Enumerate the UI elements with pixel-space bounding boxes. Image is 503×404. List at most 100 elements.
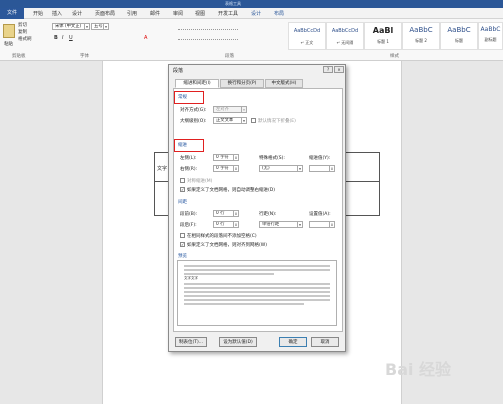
space-before-input[interactable]: 0 行 ⇕ <box>213 210 239 217</box>
outline-level-select[interactable]: 正文文本 ▾ <box>213 117 247 124</box>
tab-home[interactable]: 开始 <box>33 10 43 17</box>
tab-table-design[interactable]: 设计 <box>251 10 261 17</box>
tab-review[interactable]: 审阅 <box>173 10 183 17</box>
spinner-icon: ⇕ <box>329 222 334 227</box>
tab-asian-typography[interactable]: 中文版式(H) <box>265 79 303 88</box>
special-indent-select[interactable]: (无) ▾ <box>259 165 303 172</box>
style-subtitle[interactable]: AaBbC 副标题 <box>478 22 503 50</box>
preview-line <box>184 273 274 275</box>
tab-indents-spacing[interactable]: 缩进和间距(I) <box>175 79 219 88</box>
style-normal[interactable]: AaBbCcDd ↵ 正文 <box>288 22 326 50</box>
spinner-icon: ⇕ <box>233 166 238 171</box>
style-title[interactable]: AaBbC 标题 <box>440 22 478 50</box>
set-default-button[interactable]: 设为默认值(D) <box>219 337 257 347</box>
style-no-spacing[interactable]: AaBbCcDd ↵ 无间隔 <box>326 22 364 50</box>
preview-line <box>184 283 330 285</box>
italic-button[interactable]: I <box>62 35 63 41</box>
styles-group-label: 样式 <box>390 54 399 59</box>
cancel-button[interactable]: 取消 <box>311 337 339 347</box>
tab-insert[interactable]: 插入 <box>52 10 62 17</box>
preview-line <box>184 265 330 267</box>
chevron-down-icon: ▾ <box>241 118 246 123</box>
paste-icon[interactable] <box>3 24 15 38</box>
line-spacing-at-label: 设置值(A): <box>309 212 331 217</box>
alignment-select[interactable]: 左对齐 ▾ <box>213 106 247 113</box>
preview-line <box>184 295 330 297</box>
line-spacing-select[interactable]: 单倍行距 ▾ <box>259 221 303 228</box>
context-title: 表格工具 <box>225 1 241 6</box>
snap-to-grid-checkbox[interactable]: ✓ <box>180 242 185 247</box>
style-heading1[interactable]: AaBl 标题 1 <box>364 22 402 50</box>
section-spacing: 间距 <box>178 200 187 205</box>
space-before-label: 段前(B): <box>180 212 198 217</box>
list-buttons[interactable] <box>178 24 238 30</box>
left-indent-input[interactable]: 0 字符 ⇕ <box>213 154 239 161</box>
font-name-select[interactable]: 宋体 (中文正) ▾ <box>52 23 90 30</box>
tabs-button[interactable]: 制表位(T)... <box>175 337 207 347</box>
indent-by-label: 缩进值(Y): <box>309 156 331 161</box>
format-painter-button[interactable]: 格式刷 <box>18 36 32 42</box>
tab-design[interactable]: 设计 <box>72 10 82 17</box>
snap-to-grid-label: 如果定义了文档网格，则对齐到网格(W) <box>187 243 267 248</box>
spinner-icon: ⇕ <box>329 166 334 171</box>
no-space-checkbox[interactable] <box>180 233 185 238</box>
close-button[interactable]: × <box>334 66 344 73</box>
font-color-button[interactable]: A <box>144 35 147 41</box>
chevron-down-icon: ▾ <box>297 222 302 227</box>
line-spacing-label: 行距(N): <box>259 212 277 217</box>
preview-line <box>184 299 330 301</box>
table-cell-text[interactable]: 文字 <box>157 165 167 172</box>
tab-page-layout[interactable]: 页面布局 <box>95 10 115 17</box>
copy-button[interactable]: 复制 <box>18 29 27 35</box>
spinner-icon: ⇕ <box>233 155 238 160</box>
line-spacing-at-input[interactable]: ⇕ <box>309 221 335 228</box>
tab-file[interactable]: 文件 <box>0 8 24 19</box>
tab-line-page-breaks[interactable]: 换行和分页(P) <box>220 79 264 88</box>
mirror-indent-checkbox[interactable] <box>180 178 185 183</box>
style-heading2[interactable]: AaBbC 标题 2 <box>402 22 440 50</box>
space-after-label: 段后(F): <box>180 223 197 228</box>
tab-references[interactable]: 引用 <box>127 10 137 17</box>
special-indent-label: 特殊格式(S): <box>259 156 285 161</box>
section-indent: 缩进 <box>178 143 187 148</box>
tab-table-layout[interactable]: 布局 <box>274 10 284 17</box>
tab-mailings[interactable]: 邮件 <box>150 10 160 17</box>
underline-button[interactable]: U <box>69 35 73 41</box>
collapse-checkbox[interactable] <box>251 118 256 123</box>
chevron-down-icon: ▾ <box>241 107 246 112</box>
help-button[interactable]: ? <box>323 66 333 73</box>
preview-sample-text: 文字文字 <box>184 276 198 280</box>
auto-right-indent-checkbox[interactable]: ✓ <box>180 187 185 192</box>
font-size-select[interactable]: 五号 ▾ <box>91 23 109 30</box>
preview-line <box>184 269 330 271</box>
no-space-label: 在相同样式的段落间不添加空格(C) <box>187 234 257 239</box>
collapse-label: 默认情况下折叠(E) <box>258 119 296 124</box>
paragraph-dialog: 段落 ? × 缩进和间距(I) 换行和分页(P) 中文版式(H) 常规 对齐方式… <box>168 64 346 352</box>
space-after-input[interactable]: 0 行 ⇕ <box>213 221 239 228</box>
outline-level-label: 大纲级别(O): <box>180 119 207 124</box>
right-indent-input[interactable]: 0 字符 ⇕ <box>213 165 239 172</box>
indent-by-input[interactable]: ⇕ <box>309 165 335 172</box>
right-indent-label: 右侧(R): <box>180 167 198 172</box>
tab-developer[interactable]: 开发工具 <box>218 10 238 17</box>
section-preview: 预览 <box>178 254 187 259</box>
align-buttons[interactable] <box>178 34 238 40</box>
tab-view[interactable]: 视图 <box>195 10 205 17</box>
preview-line <box>184 303 304 305</box>
mirror-indent-label: 对称缩进(M) <box>187 179 213 184</box>
spinner-icon: ⇕ <box>233 211 238 216</box>
paste-label[interactable]: 粘贴 <box>4 41 13 47</box>
alignment-label: 对齐方式(G): <box>180 108 207 113</box>
ribbon-tabs: 文件 开始 插入 设计 页面布局 引用 邮件 审阅 视图 开发工具 设计 布局 <box>0 8 503 19</box>
ribbon: 粘贴 剪切 复制 格式刷 剪贴板 宋体 (中文正) ▾ 五号 ▾ B I U A 字… <box>0 19 503 61</box>
preview-line <box>184 291 330 293</box>
bold-button[interactable]: B <box>54 35 58 41</box>
watermark-logo: Bai 经验 <box>385 360 452 379</box>
section-general: 常规 <box>178 95 187 100</box>
preview-box: 文字文字 <box>177 260 337 326</box>
chevron-down-icon: ▾ <box>103 24 108 29</box>
cut-button[interactable]: 剪切 <box>18 22 27 28</box>
title-bar <box>0 0 503 8</box>
paragraph-group-label: 段落 <box>225 54 234 59</box>
ok-button[interactable]: 确定 <box>279 337 307 347</box>
